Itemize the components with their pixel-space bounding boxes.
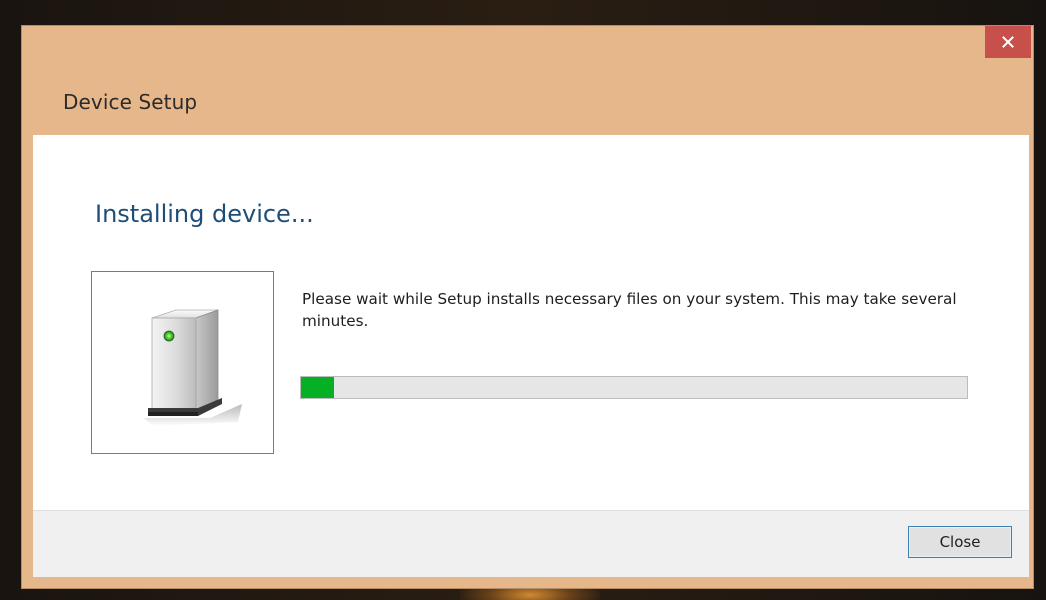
install-progress-bar [300, 376, 968, 399]
dialog-footer: Close [33, 510, 1029, 577]
progress-fill [301, 377, 335, 398]
window-title: Device Setup [63, 90, 198, 114]
external-drive-icon [144, 309, 242, 426]
close-button[interactable]: Close [908, 526, 1012, 558]
device-image-frame [91, 271, 274, 454]
close-window-button[interactable] [985, 26, 1031, 58]
close-x-icon [1002, 36, 1014, 48]
page-heading: Installing device... [95, 200, 314, 228]
device-setup-dialog: Device Setup Installing device... Please… [22, 26, 1033, 588]
install-message: Please wait while Setup installs necessa… [302, 290, 957, 330]
title-bar[interactable]: Device Setup [22, 26, 1033, 134]
dialog-content: Installing device... Please wait while S… [33, 135, 1029, 510]
